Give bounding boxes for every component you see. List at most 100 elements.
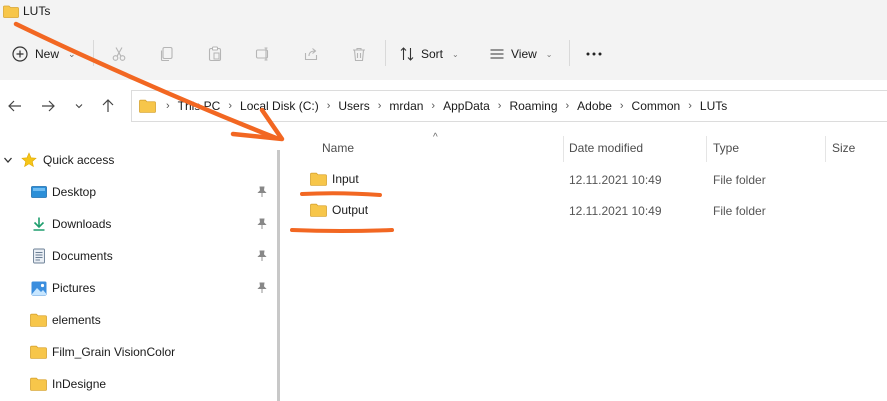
forward-button[interactable] [38,96,58,116]
window-title: LUTs [23,4,51,18]
pane-splitter[interactable] [277,150,280,401]
chevron-down-icon: ⌄ [68,48,76,59]
sidebar-item-label: Pictures [52,281,96,295]
column-divider[interactable] [825,136,826,162]
breadcrumb-adobe[interactable]: Adobe [577,99,612,113]
chevron-right-icon: › [619,100,624,112]
more-options-button[interactable] [582,42,606,66]
view-label: View [511,47,537,61]
file-name: Input [332,172,359,186]
view-button[interactable]: View ⌄ [489,42,553,66]
sidebar-item-label: Desktop [52,185,97,199]
chevron-right-icon: › [228,100,233,112]
sidebar-item-film-grain[interactable]: Film_Grain VisionColor [0,340,278,364]
recent-locations-button[interactable] [69,96,89,116]
column-divider[interactable] [706,136,707,162]
cut-button[interactable] [107,42,131,66]
pin-icon [257,250,267,261]
chevron-right-icon: › [377,100,382,112]
file-date: 12.11.2021 10:49 [569,173,662,187]
star-icon [21,152,37,168]
breadcrumb-users[interactable]: Users [338,99,369,113]
new-button[interactable]: New ⌄ [12,42,76,66]
rename-button[interactable] [251,42,275,66]
sidebar-item-quick-access[interactable]: Quick access [0,148,278,172]
sidebar-item-label: InDesigne [52,377,107,391]
column-header-date-modified[interactable]: Date modified [569,141,643,155]
copy-button[interactable] [155,42,179,66]
chevron-right-icon: › [431,100,436,112]
arrow-right-icon [42,100,55,112]
up-button[interactable] [98,96,118,116]
title-bar: LUTs [0,0,887,22]
pin-icon [257,282,267,293]
column-divider[interactable] [563,136,564,162]
breadcrumb-luts[interactable]: LUTs [700,99,727,113]
breadcrumb-common[interactable]: Common [632,99,681,113]
column-header-size[interactable]: Size [832,141,855,155]
sidebar-item-indesigne[interactable]: InDesigne [0,372,278,396]
table-row[interactable]: Input 12.11.2021 10:49 File folder [290,167,887,193]
chevron-down-icon [4,157,12,163]
sort-ascending-icon: ^ [433,132,438,143]
delete-button[interactable] [347,42,371,66]
file-name: Output [332,203,369,217]
file-list: ^ Name Date modified Type Size Input 12.… [290,132,887,401]
sort-button[interactable]: Sort ⌄ [399,42,459,66]
folder-icon [139,99,156,113]
folder-icon [310,172,327,186]
sidebar-item-desktop[interactable]: Desktop [0,180,278,204]
table-row[interactable]: Output 12.11.2021 10:49 File folder [290,198,887,224]
chevron-down-icon: ⌄ [545,49,553,59]
rename-icon [255,47,269,61]
sidebar-item-elements[interactable]: elements [0,308,278,332]
back-button[interactable] [5,96,25,116]
sidebar-item-label: elements [52,313,101,327]
sort-label: Sort [421,47,444,61]
toolbar-divider [385,40,386,66]
folder-icon [310,203,327,217]
toolbar-divider [569,40,570,66]
clipboard-icon [208,46,222,62]
breadcrumb-this-pc[interactable]: This PC [178,99,221,113]
sidebar-item-pictures[interactable]: Pictures [0,276,278,300]
desktop-icon [31,186,47,198]
column-header-type[interactable]: Type [713,141,739,155]
downloads-icon [33,217,45,231]
breadcrumb-mrdan[interactable]: mrdan [389,99,423,113]
pin-icon [257,218,267,229]
scissors-icon [112,47,126,61]
more-icon [586,52,602,56]
copy-icon [160,46,173,62]
sidebar-item-label: Downloads [52,217,112,231]
folder-icon [30,345,47,359]
share-icon [304,48,318,61]
command-bar: New ⌄ Sort ⌄ View ⌄ [0,22,887,80]
pictures-icon [31,281,47,295]
column-header-name[interactable]: Name [322,141,354,155]
chevron-right-icon: › [497,100,502,112]
arrow-left-icon [8,100,21,112]
new-label: New [35,47,60,61]
sidebar-item-label: Documents [52,249,113,263]
file-date: 12.11.2021 10:49 [569,204,662,218]
breadcrumb-local-disk[interactable]: Local Disk (C:) [240,99,319,113]
documents-icon [33,248,45,264]
share-button[interactable] [299,42,323,66]
chevron-down-icon: ⌄ [452,49,459,59]
folder-icon [30,377,47,391]
sort-icon [400,47,414,61]
trash-icon [353,47,365,62]
folder-icon [3,5,19,18]
paste-button[interactable] [203,42,227,66]
folder-icon [30,313,47,327]
chevron-down-icon [75,104,83,109]
sidebar-item-downloads[interactable]: Downloads [0,212,278,236]
breadcrumb-roaming[interactable]: Roaming [509,99,557,113]
chevron-right-icon: › [565,100,570,112]
view-list-icon [490,49,504,59]
sidebar-item-documents[interactable]: Documents [0,244,278,268]
chevron-right-icon: › [688,100,692,112]
breadcrumb-appdata[interactable]: AppData [443,99,490,113]
address-bar[interactable]: › This PC › Local Disk (C:) › Users › mr… [131,90,887,122]
